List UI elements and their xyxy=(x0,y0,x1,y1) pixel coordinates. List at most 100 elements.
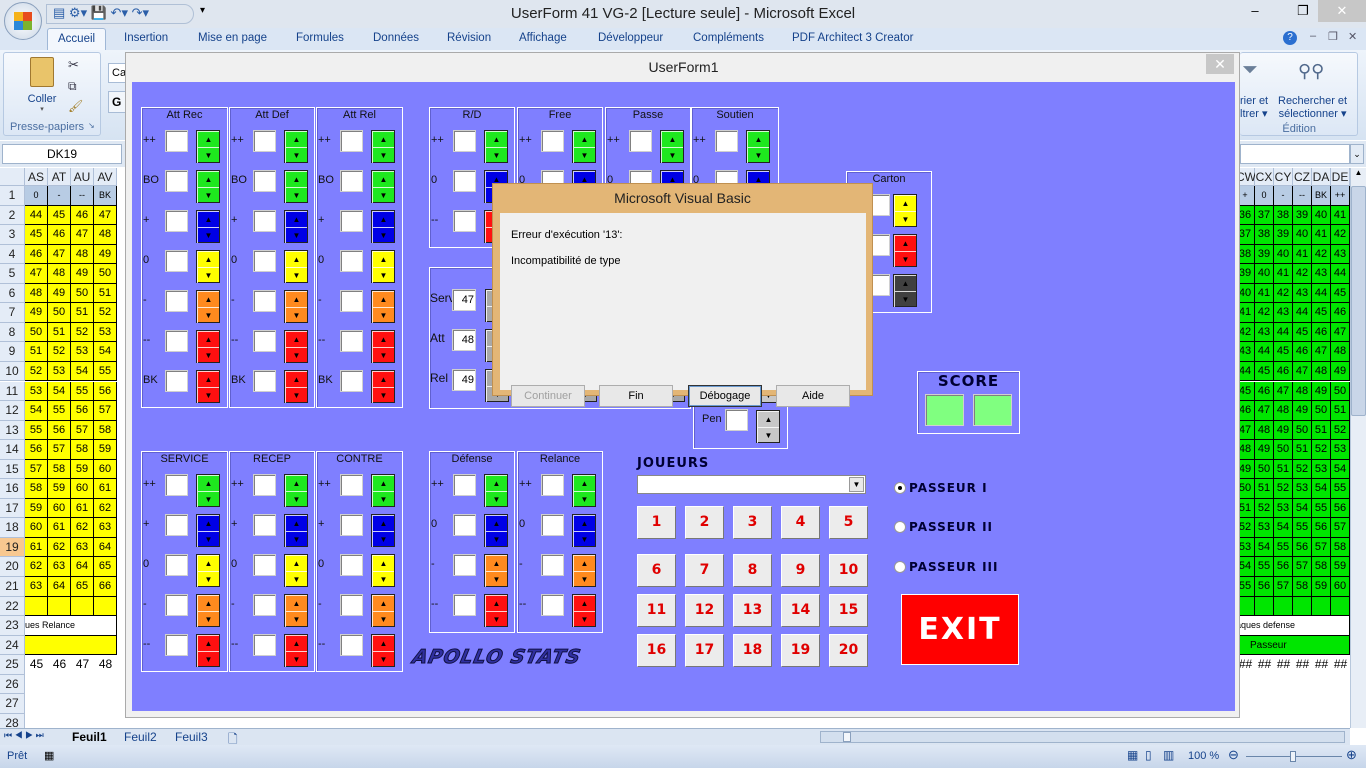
data-cell[interactable]: 54 xyxy=(1274,518,1293,538)
data-cell[interactable]: 51 xyxy=(1274,459,1293,480)
spin-up-icon[interactable]: ▲ xyxy=(573,131,595,147)
data-cell[interactable]: 60 xyxy=(1331,577,1350,597)
data-cell[interactable]: 52 xyxy=(1255,498,1274,519)
player-button-12[interactable]: 12 xyxy=(685,594,724,627)
data-cell[interactable]: 65 xyxy=(71,577,94,597)
row-header[interactable]: 2 xyxy=(0,205,25,226)
row-header[interactable]: 6 xyxy=(0,283,25,304)
close-button[interactable]: ✕ xyxy=(1318,0,1366,22)
header-cell[interactable]: ++ xyxy=(1331,186,1350,206)
data-cell[interactable]: 43 xyxy=(1331,244,1350,265)
data-cell[interactable]: 51 xyxy=(25,342,48,362)
penalty-spinner[interactable]: ▲ ▼ xyxy=(756,410,780,443)
data-cell[interactable]: 56 xyxy=(71,401,94,421)
data-cell[interactable]: 41 xyxy=(1312,225,1331,245)
stat-spinner[interactable]: ▲▼ xyxy=(284,170,308,203)
spin-up-icon[interactable]: ▲ xyxy=(197,371,219,387)
data-cell[interactable]: 46 xyxy=(1331,303,1350,323)
stat-input[interactable] xyxy=(340,210,363,232)
data-cell[interactable]: 49 xyxy=(1312,381,1331,402)
horizontal-scrollbar[interactable] xyxy=(820,731,1345,743)
data-cell[interactable]: 55 xyxy=(94,361,117,382)
ribbon-tab-6[interactable]: Affichage xyxy=(519,32,567,44)
stat-input[interactable] xyxy=(340,634,363,656)
spin-up-icon[interactable]: ▲ xyxy=(485,475,507,491)
stat-spinner[interactable]: ▲▼ xyxy=(371,210,395,243)
data-cell[interactable]: 61 xyxy=(48,518,71,538)
stat-input[interactable] xyxy=(253,250,276,272)
spin-down-icon[interactable]: ▼ xyxy=(372,307,394,323)
stat-input[interactable] xyxy=(541,474,564,496)
data-cell[interactable]: 56 xyxy=(1274,557,1293,577)
stat-spinner[interactable]: ▲▼ xyxy=(746,130,770,163)
stat-input[interactable]: 48 xyxy=(452,329,476,351)
stat-spinner[interactable]: ▲▼ xyxy=(284,290,308,323)
row-header[interactable]: 24 xyxy=(0,635,25,656)
spin-up-icon[interactable]: ▲ xyxy=(372,595,394,611)
stat-spinner[interactable]: ▲▼ xyxy=(572,514,596,547)
stat-spinner[interactable]: ▲▼ xyxy=(484,594,508,627)
data-cell[interactable]: 47 xyxy=(25,264,48,284)
spin-up-icon[interactable]: ▲ xyxy=(197,595,219,611)
data-cell[interactable]: 62 xyxy=(48,537,71,558)
stat-input[interactable] xyxy=(453,210,476,232)
data-cell[interactable]: 50 xyxy=(94,264,117,284)
debug-button[interactable]: Débogage xyxy=(688,385,762,407)
spin-down-icon[interactable]: ▼ xyxy=(485,491,507,507)
spin-up-icon[interactable]: ▲ xyxy=(573,515,595,531)
stat-spinner[interactable]: ▲▼ xyxy=(371,634,395,667)
data-cell[interactable]: 58 xyxy=(94,420,117,441)
workbook-restore-icon[interactable]: ❐ xyxy=(1328,30,1338,43)
stat-input[interactable] xyxy=(453,474,476,496)
data-cell[interactable]: 54 xyxy=(25,401,48,421)
end-button[interactable]: Fin xyxy=(599,385,673,407)
stat-input[interactable] xyxy=(165,474,188,496)
data-cell[interactable]: 63 xyxy=(94,518,117,538)
data-cell[interactable]: 59 xyxy=(25,498,48,519)
empty-cell[interactable] xyxy=(48,596,71,617)
data-cell[interactable]: 62 xyxy=(71,518,94,538)
data-cell[interactable]: 47 xyxy=(94,205,117,226)
zoom-slider-thumb[interactable] xyxy=(1290,751,1296,762)
data-cell[interactable]: 64 xyxy=(94,537,117,558)
empty-cell[interactable] xyxy=(1293,596,1312,617)
label-cell[interactable]: ues Relance xyxy=(25,616,117,636)
data-cell[interactable]: 49 xyxy=(1255,440,1274,460)
spin-down-icon[interactable]: ▼ xyxy=(285,347,307,363)
stat-input[interactable] xyxy=(165,594,188,616)
data-cell[interactable]: 53 xyxy=(71,342,94,362)
column-header[interactable]: AT xyxy=(48,168,71,186)
data-cell[interactable]: 47 xyxy=(1255,401,1274,421)
stat-spinner[interactable]: ▲▼ xyxy=(371,554,395,587)
spin-down-icon[interactable]: ▼ xyxy=(894,291,916,307)
select-all-corner[interactable] xyxy=(0,168,25,186)
spin-up-icon[interactable]: ▲ xyxy=(285,291,307,307)
data-cell[interactable]: 42 xyxy=(1312,244,1331,265)
stat-input[interactable] xyxy=(453,170,476,192)
stat-input[interactable] xyxy=(165,634,188,656)
stat-spinner[interactable]: ▲▼ xyxy=(196,474,220,507)
ribbon-tab-7[interactable]: Développeur xyxy=(598,32,663,44)
data-cell[interactable]: 41 xyxy=(1293,244,1312,265)
dialog-launcher-icon[interactable]: ↘ xyxy=(88,121,95,130)
empty-cell[interactable] xyxy=(1331,596,1350,617)
data-cell[interactable]: 40 xyxy=(1274,244,1293,265)
stat-spinner[interactable]: ▲▼ xyxy=(196,250,220,283)
row-header[interactable]: 15 xyxy=(0,459,25,480)
data-cell[interactable]: 64 xyxy=(48,577,71,597)
score-home-input[interactable] xyxy=(925,394,964,426)
stat-input[interactable] xyxy=(165,330,188,352)
view-normal-icon[interactable]: ▦ xyxy=(1127,748,1138,762)
spin-down-icon[interactable]: ▼ xyxy=(372,387,394,403)
spin-down-icon[interactable]: ▼ xyxy=(285,491,307,507)
data-cell[interactable]: 44 xyxy=(1312,283,1331,304)
stat-spinner[interactable]: ▲▼ xyxy=(196,210,220,243)
spin-up-icon[interactable]: ▲ xyxy=(372,291,394,307)
stat-spinner[interactable]: ▲▼ xyxy=(371,330,395,363)
exit-button[interactable]: EXIT xyxy=(901,594,1019,665)
data-cell[interactable]: 62 xyxy=(25,557,48,577)
player-button-13[interactable]: 13 xyxy=(733,594,772,627)
row-header[interactable]: 20 xyxy=(0,557,25,577)
view-page-break-icon[interactable]: ▥ xyxy=(1163,748,1174,762)
stat-spinner[interactable]: ▲▼ xyxy=(284,634,308,667)
